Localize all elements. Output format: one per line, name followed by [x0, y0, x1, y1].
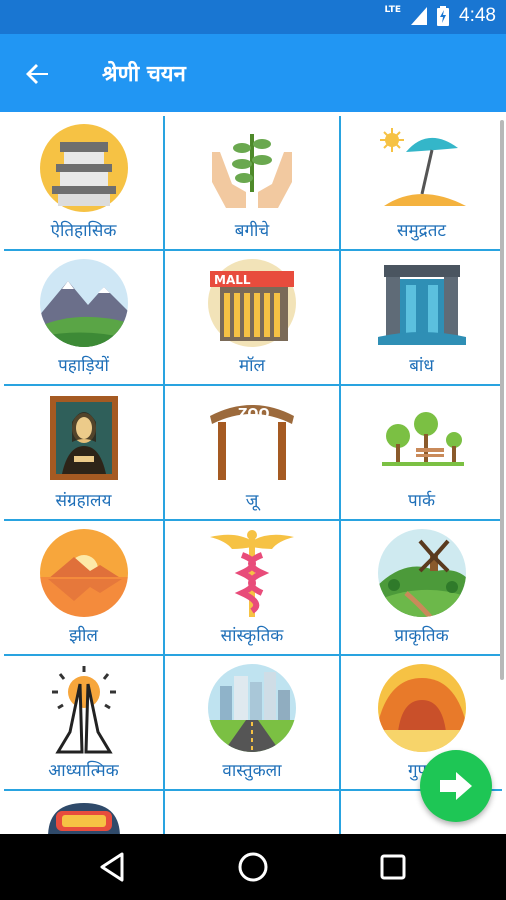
- status-icons: LTE 4:48: [384, 5, 496, 27]
- plant-hands-icon: [212, 134, 292, 208]
- zoo-gate-icon: ZOO: [210, 405, 294, 480]
- back-button[interactable]: [22, 58, 54, 90]
- category-label: बगीचे: [234, 221, 270, 241]
- nav-recents-icon: [380, 854, 406, 880]
- nav-back-icon: [100, 852, 124, 882]
- mall-icon: MALL: [208, 259, 296, 347]
- app-bar: श्रेणी चयन: [0, 34, 506, 112]
- category-architecture[interactable]: वास्तुकला: [165, 656, 341, 791]
- nav-recents-button[interactable]: [376, 850, 410, 884]
- category-label: मॉल: [238, 356, 266, 376]
- category-train[interactable]: [4, 791, 165, 834]
- beach-umbrella-icon: [379, 128, 466, 206]
- category-historical[interactable]: ऐतिहासिक: [4, 116, 165, 251]
- svg-text:MALL: MALL: [214, 273, 251, 287]
- category-label: आध्यात्मिक: [48, 761, 119, 781]
- caduceus-icon: [210, 530, 294, 617]
- category-label: समुद्रतट: [397, 221, 446, 241]
- nav-back-button[interactable]: [96, 850, 130, 884]
- category-natural[interactable]: प्राकृतिक: [341, 521, 502, 656]
- cave-icon: [377, 664, 466, 752]
- clock: 4:48: [459, 5, 496, 26]
- category-hills[interactable]: पहाड़ियों: [4, 251, 165, 386]
- palace-icon: [39, 124, 128, 212]
- mountains-icon: [39, 259, 128, 347]
- category-park[interactable]: पार्क: [341, 386, 502, 521]
- category-museum[interactable]: संग्रहालय: [4, 386, 165, 521]
- city-road-icon: [208, 664, 296, 752]
- category-zoo[interactable]: ZOO जू: [165, 386, 341, 521]
- category-label: बांध: [409, 356, 434, 376]
- nav-home-button[interactable]: [236, 850, 270, 884]
- category-label: पार्क: [407, 491, 436, 511]
- next-button[interactable]: [420, 750, 492, 822]
- category-label: वास्तुकला: [222, 761, 282, 781]
- praying-hands-icon: [51, 666, 116, 754]
- lake-sunset-icon: [39, 529, 128, 617]
- scrollbar[interactable]: [500, 120, 504, 680]
- category-label: पहाड़ियों: [58, 356, 109, 376]
- category-grid: ऐतिहासिक बगीचे समुद्रतट पहाड़ियों MALL म…: [4, 116, 502, 834]
- category-label: सांस्कृतिक: [220, 626, 284, 646]
- dam-icon: [377, 265, 466, 345]
- windmill-hill-icon: [377, 529, 466, 617]
- arrow-left-icon: [26, 64, 48, 84]
- portrait-painting-icon: [49, 396, 118, 480]
- category-beach[interactable]: समुद्रतट: [341, 116, 502, 251]
- category-mall[interactable]: MALL मॉल: [165, 251, 341, 386]
- arrow-right-icon: [440, 772, 472, 800]
- svg-text:ZOO: ZOO: [238, 407, 270, 422]
- signal-icon: [411, 7, 428, 25]
- network-type: LTE: [384, 5, 402, 15]
- category-label: संग्रहालय: [55, 491, 112, 511]
- category-gardens[interactable]: बगीचे: [165, 116, 341, 251]
- category-label: झील: [69, 626, 98, 646]
- page-title: श्रेणी चयन: [102, 62, 186, 87]
- category-label: ऐतिहासिक: [50, 221, 117, 241]
- status-bar: LTE 4:48: [0, 0, 506, 34]
- category-label: जू: [245, 491, 259, 511]
- category-lake[interactable]: झील: [4, 521, 165, 656]
- category-cultural[interactable]: सांस्कृतिक: [165, 521, 341, 656]
- category-dam[interactable]: बांध: [341, 251, 502, 386]
- category-spiritual[interactable]: आध्यात्मिक: [4, 656, 165, 791]
- battery-charging-icon: [437, 6, 450, 26]
- system-nav-bar: [0, 834, 506, 900]
- train-icon: [47, 803, 120, 834]
- park-bench-icon: [381, 412, 464, 466]
- category-cell-empty[interactable]: [165, 791, 341, 834]
- category-label: प्राकृतिक: [394, 626, 449, 646]
- nav-home-icon: [238, 852, 268, 882]
